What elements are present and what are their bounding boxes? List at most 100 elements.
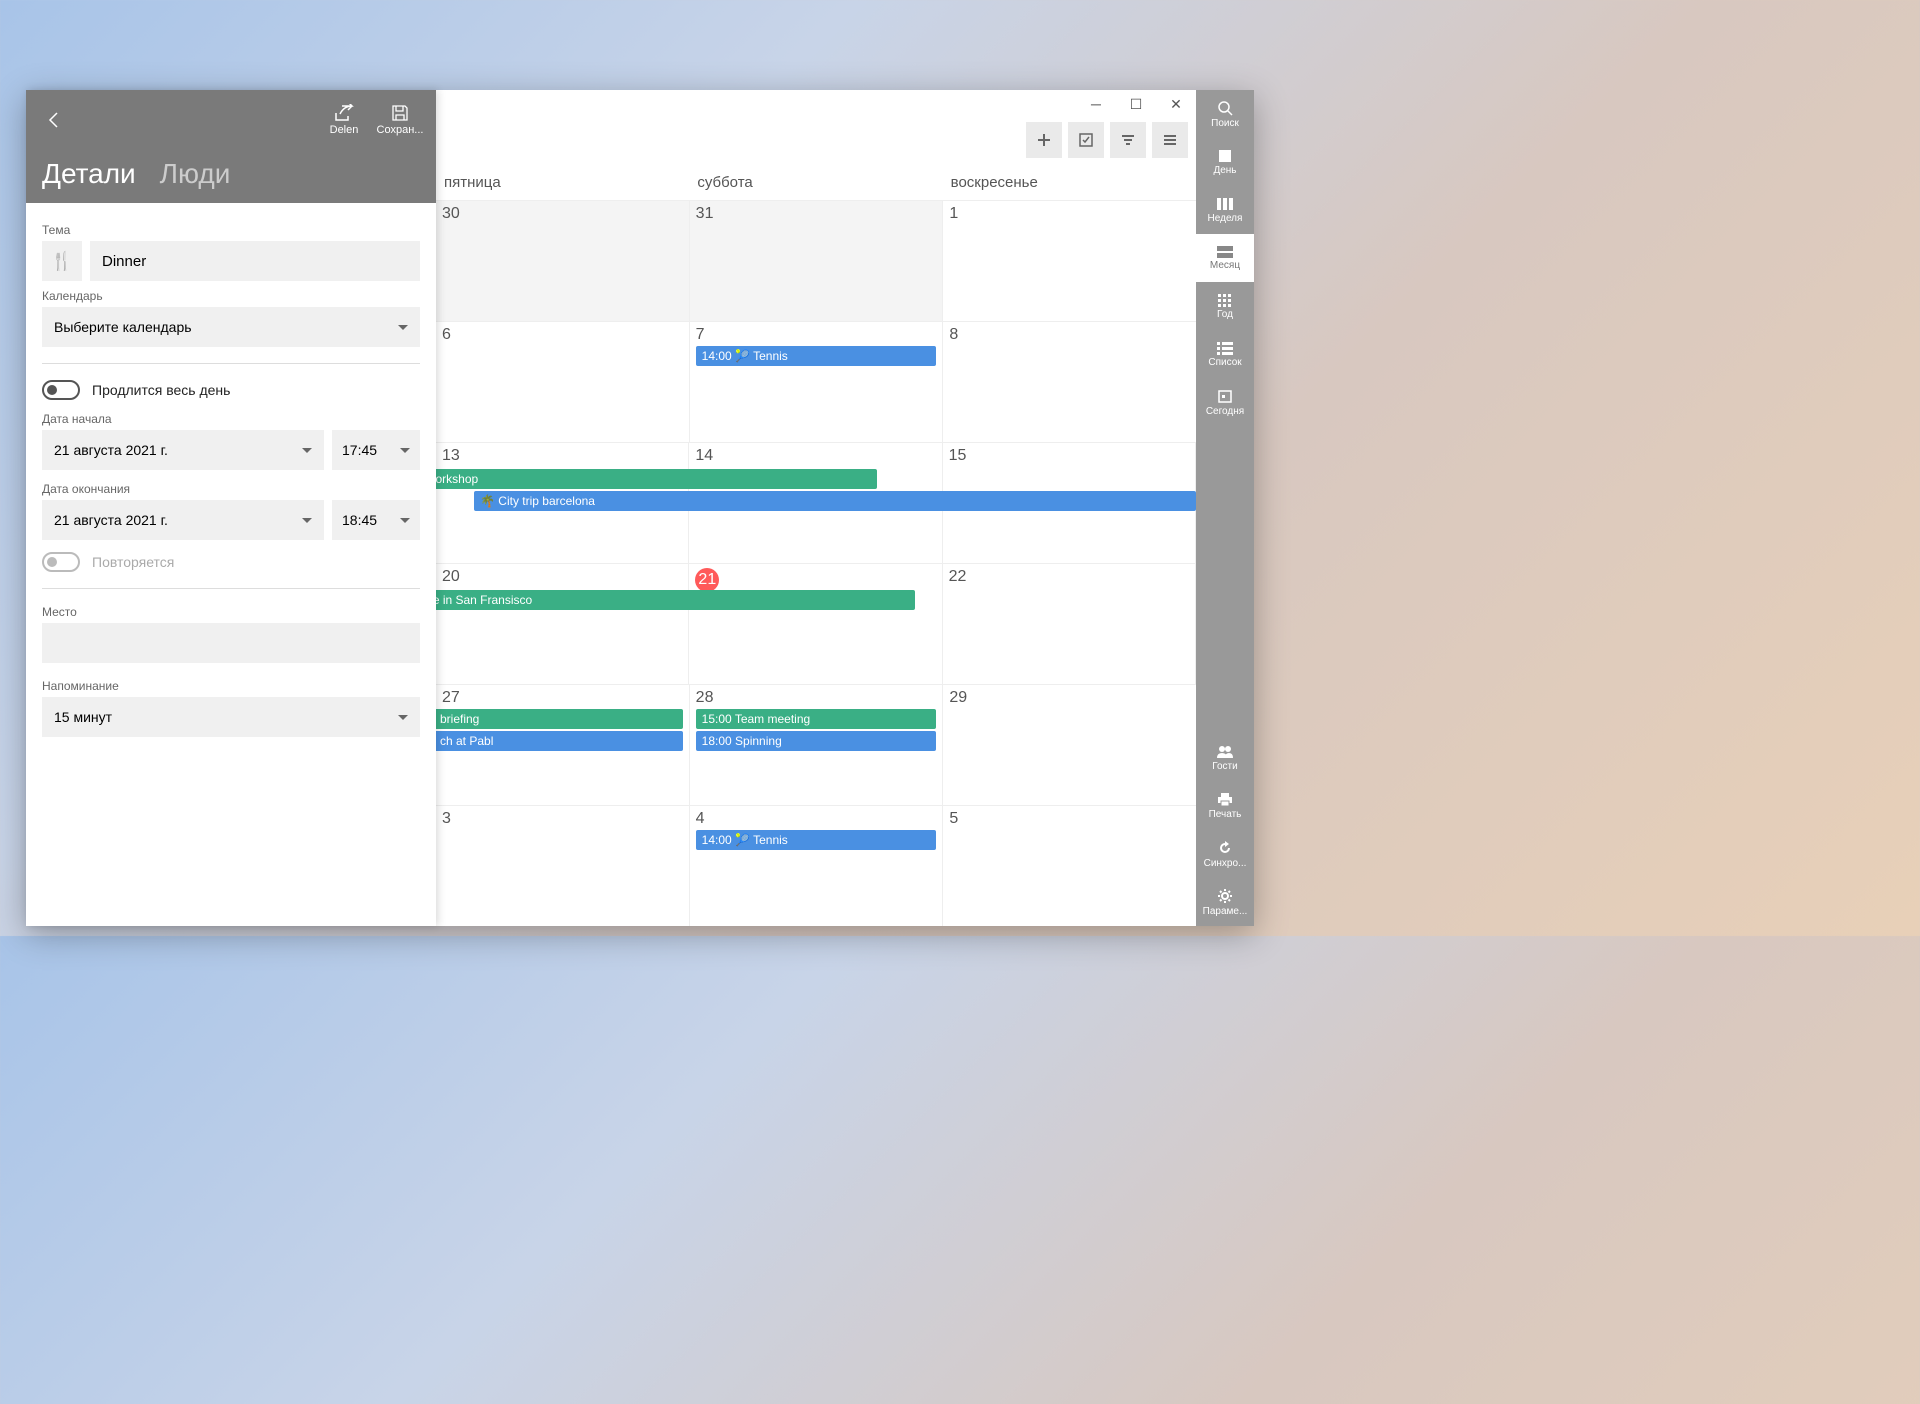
calendar-event[interactable]: 15:00 Team meeting xyxy=(696,709,937,729)
start-date-label: Дата начала xyxy=(42,412,420,426)
day-header: пятница xyxy=(436,164,689,200)
back-button[interactable] xyxy=(34,100,74,140)
calendar-cell[interactable]: 4 14:00 🎾 Tennis xyxy=(690,806,944,926)
sync-icon xyxy=(1217,840,1233,856)
sidebar-label: Гости xyxy=(1212,761,1237,772)
save-icon xyxy=(391,104,409,122)
sidebar-label: Синхро... xyxy=(1204,858,1247,869)
divider xyxy=(42,363,420,364)
cell-date: 21 xyxy=(695,568,719,592)
cell-date: 4 xyxy=(696,810,937,828)
calendar-event[interactable]: briefing xyxy=(434,709,683,729)
calendar-cell[interactable]: 3 xyxy=(436,806,690,926)
close-button[interactable]: ✕ xyxy=(1156,90,1196,118)
chevron-down-icon xyxy=(398,325,408,330)
print-icon xyxy=(1217,793,1233,807)
sidebar-year[interactable]: Год xyxy=(1196,282,1254,330)
calendar-cell[interactable]: 714:00 🎾 Tennis xyxy=(690,322,944,442)
people-icon xyxy=(1216,745,1234,759)
reminder-select[interactable]: 15 минут xyxy=(42,697,420,737)
chevron-down-icon xyxy=(400,448,410,453)
calendar-event[interactable]: ch at Pabl xyxy=(434,731,683,751)
week-icon xyxy=(1216,197,1234,211)
reminder-label: Напоминание xyxy=(42,679,420,693)
share-icon xyxy=(334,104,354,122)
calendar-cell[interactable]: 8 xyxy=(943,322,1196,442)
calendar-cell[interactable]: 20 xyxy=(436,564,689,684)
calendar-select-value: Выберите календарь xyxy=(54,319,192,335)
view-sidebar: Поиск День Неделя Месяц Год Список xyxy=(1196,90,1254,926)
detail-tabs: Детали Люди xyxy=(26,150,436,198)
detail-toolbar: Delen Сохран... xyxy=(26,90,436,150)
calendar-select[interactable]: Выберите календарь xyxy=(42,307,420,347)
sidebar-day[interactable]: День xyxy=(1196,138,1254,186)
menu-button[interactable] xyxy=(1152,122,1188,158)
sidebar-sync[interactable]: Синхро... xyxy=(1196,830,1254,878)
sidebar-list[interactable]: Список xyxy=(1196,330,1254,378)
calendar-cell[interactable]: 21 xyxy=(689,564,942,684)
end-date-select[interactable]: 21 августа 2021 г. xyxy=(42,500,324,540)
sidebar-label: Сегодня xyxy=(1206,406,1244,417)
tab-details[interactable]: Детали xyxy=(42,158,136,198)
filter-button[interactable] xyxy=(1110,122,1146,158)
calendar-cell[interactable]: 27briefingch at Pabl xyxy=(436,685,690,805)
calendar-cell[interactable]: 5 xyxy=(943,806,1196,926)
cell-date: 30 xyxy=(442,205,683,223)
sidebar-settings[interactable]: Параме... xyxy=(1196,878,1254,926)
hamburger-icon xyxy=(1162,132,1178,148)
calendar-cell[interactable]: 6 xyxy=(436,322,690,442)
cell-date: 20 xyxy=(442,568,682,586)
sidebar-label: Печать xyxy=(1209,809,1242,820)
cell-date: 5 xyxy=(949,810,1190,828)
reminder-value: 15 минут xyxy=(54,709,112,725)
save-button[interactable]: Сохран... xyxy=(372,92,428,148)
sidebar-print[interactable]: Печать xyxy=(1196,782,1254,830)
add-event-button[interactable] xyxy=(1026,122,1062,158)
chevron-left-icon xyxy=(45,111,63,129)
sidebar-week[interactable]: Неделя xyxy=(1196,186,1254,234)
cell-date: 15 xyxy=(949,447,1189,465)
subject-label: Тема xyxy=(42,223,420,237)
start-date-select[interactable]: 21 августа 2021 г. xyxy=(42,430,324,470)
sidebar-label: Поиск xyxy=(1211,118,1239,129)
calendar-event-span[interactable]: ce in San Fransisco xyxy=(421,590,915,610)
calendar-cell[interactable]: 30 xyxy=(436,201,690,321)
location-input[interactable] xyxy=(42,623,420,663)
search-icon xyxy=(1217,100,1233,116)
start-time-select[interactable]: 17:45 xyxy=(332,430,420,470)
calendar-cell[interactable]: 22 xyxy=(943,564,1196,684)
subject-icon-picker[interactable]: 🍴 xyxy=(42,241,82,281)
minimize-button[interactable]: ─ xyxy=(1076,90,1116,118)
cell-date: 6 xyxy=(442,326,683,344)
calendar-event-span[interactable]: workshop xyxy=(421,469,877,489)
sidebar-search[interactable]: Поиск xyxy=(1196,90,1254,138)
end-time-select[interactable]: 18:45 xyxy=(332,500,420,540)
tasks-button[interactable] xyxy=(1068,122,1104,158)
repeats-label: Повторяется xyxy=(92,554,174,570)
share-button[interactable]: Delen xyxy=(316,92,372,148)
checkbox-icon xyxy=(1078,132,1094,148)
day-headers: пятницасубботавоскресенье xyxy=(436,164,1196,200)
sidebar-month[interactable]: Месяц xyxy=(1196,234,1254,282)
tab-people[interactable]: Люди xyxy=(160,158,231,198)
subject-input[interactable] xyxy=(90,241,420,281)
allday-toggle[interactable] xyxy=(42,380,80,400)
repeats-toggle[interactable] xyxy=(42,552,80,572)
calendar-cell[interactable]: 1 xyxy=(943,201,1196,321)
calendar-cell[interactable]: 28 15:00 Team meeting18:00 Spinning xyxy=(690,685,944,805)
filter-icon xyxy=(1120,132,1136,148)
calendar-cell[interactable]: 31 xyxy=(690,201,944,321)
sidebar-guests[interactable]: Гости xyxy=(1196,734,1254,782)
cell-date: 1 xyxy=(949,205,1190,223)
day-icon xyxy=(1217,149,1233,163)
sidebar-today[interactable]: Сегодня xyxy=(1196,378,1254,426)
cell-date: 28 xyxy=(696,689,937,707)
calendar-event-span[interactable]: 🌴 City trip barcelona xyxy=(474,491,1196,511)
calendar-event[interactable]: 14:00 🎾 Tennis xyxy=(696,830,937,850)
calendar-cell[interactable]: 29 xyxy=(943,685,1196,805)
calendar-event[interactable]: 18:00 Spinning xyxy=(696,731,937,751)
calendar-event[interactable]: 14:00 🎾 Tennis xyxy=(696,346,937,366)
sidebar-label: Неделя xyxy=(1208,213,1243,224)
calendar-row: 6 714:00 🎾 Tennis8 xyxy=(436,321,1196,442)
maximize-button[interactable]: ☐ xyxy=(1116,90,1156,118)
